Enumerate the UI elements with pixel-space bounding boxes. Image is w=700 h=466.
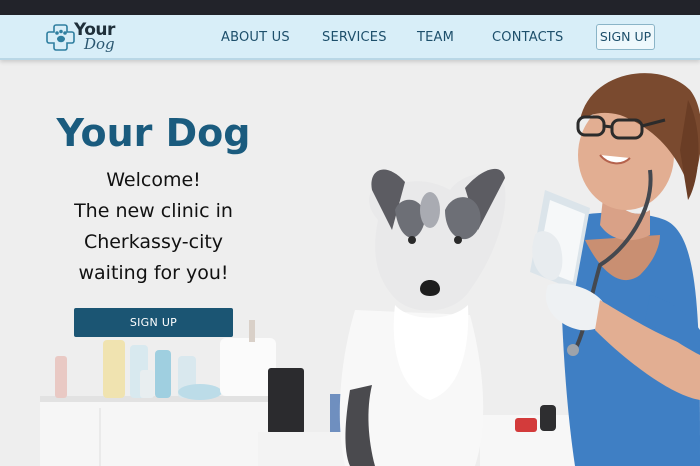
navbar: Your Dog ABOUT US SERVICES TEAM CONTACTS… [0,15,700,60]
hero-signup-button[interactable]: SIGN UP [74,308,233,337]
hero-tagline-line-2: Cherkassy-city [83,231,224,253]
nav-signup-button[interactable]: SIGN UP [596,24,655,50]
nav-services[interactable]: SERVICES [322,30,387,45]
paw-cross-icon [46,24,75,51]
browser-top-bar [0,0,700,15]
hero-section: Your Dog Welcome! The new clinic in Cher… [0,60,700,466]
logo-text-dog: Dog [84,35,115,53]
hero-title: Your Dog [56,111,251,155]
hero-tagline-line-3: waiting for you! [78,262,229,284]
hero-welcome-line: Welcome! [106,169,201,191]
nav-about-us[interactable]: ABOUT US [221,30,290,45]
brand-logo[interactable]: Your Dog [46,20,126,56]
hero-tagline-line-1: The new clinic in [74,200,233,222]
nav-team[interactable]: TEAM [417,30,454,45]
nav-contacts[interactable]: CONTACTS [492,30,564,45]
